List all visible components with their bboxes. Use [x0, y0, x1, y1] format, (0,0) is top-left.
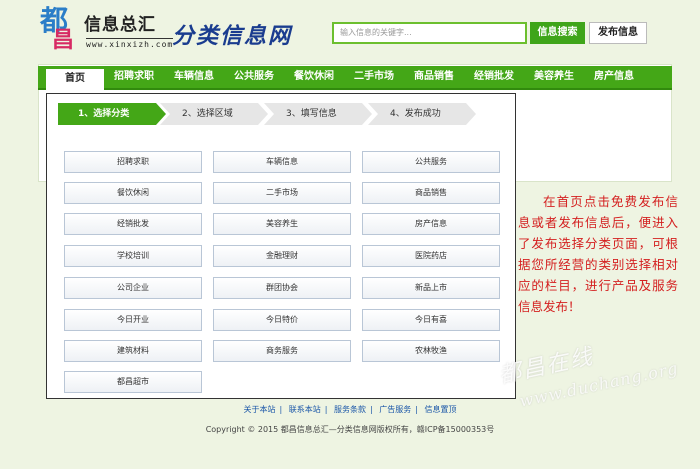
- footer-link-ads[interactable]: 广告服务: [375, 405, 415, 414]
- category-button[interactable]: 都昌超市: [64, 371, 202, 393]
- footer-link-contact[interactable]: 联系本站: [285, 405, 325, 414]
- nav-item-vehicles[interactable]: 车辆信息: [164, 66, 224, 88]
- category-button[interactable]: 招聘求职: [64, 151, 202, 173]
- logo-name: 信息总汇: [84, 15, 156, 35]
- nav-item-beauty[interactable]: 美容养生: [524, 66, 584, 88]
- step-1-active: 1、选择分类: [58, 103, 166, 125]
- nav-item-real-estate[interactable]: 房产信息: [584, 66, 644, 88]
- logo-url: www.xinxizh.com: [86, 38, 174, 49]
- category-button[interactable]: 今日有喜: [362, 309, 500, 331]
- footer-link-pin[interactable]: 信息置顶: [421, 405, 461, 414]
- category-button[interactable]: 今日开业: [64, 309, 202, 331]
- category-button[interactable]: 农林牧渔: [362, 340, 500, 362]
- step-2: 2、选择区域: [160, 103, 268, 125]
- step-indicator: 4、发布成功 3、填写信息 2、选择区域 1、选择分类: [58, 103, 498, 125]
- category-button[interactable]: 公司企业: [64, 277, 202, 299]
- instruction-annotation: 在首页点击免费发布信息或者发布信息后，便进入了发布选择分类页面，可根据您所经营的…: [518, 194, 678, 314]
- nav-item-jobs[interactable]: 招聘求职: [104, 66, 164, 88]
- category-button[interactable]: 学校培训: [64, 245, 202, 267]
- category-button[interactable]: 房产信息: [362, 213, 500, 235]
- step-3: 3、填写信息: [264, 103, 372, 125]
- nav-item-wholesale[interactable]: 经销批发: [464, 66, 524, 88]
- category-button[interactable]: 车辆信息: [213, 151, 351, 173]
- post-info-button[interactable]: 发布信息: [589, 22, 647, 44]
- footer-link-terms[interactable]: 服务条款: [330, 405, 370, 414]
- category-button[interactable]: 公共服务: [362, 151, 500, 173]
- header: 都 昌 信息总汇 www.xinxizh.com 分类信息网 输入信息的关键字.…: [0, 0, 700, 64]
- nav-item-product-sales[interactable]: 商品销售: [404, 66, 464, 88]
- category-button[interactable]: 金融理财: [213, 245, 351, 267]
- category-button[interactable]: 美容养生: [213, 213, 351, 235]
- nav-item-second-hand[interactable]: 二手市场: [344, 66, 404, 88]
- category-button[interactable]: 医院药店: [362, 245, 500, 267]
- site-slogan: 分类信息网: [172, 23, 293, 49]
- nav-item-dining[interactable]: 餐饮休闲: [284, 66, 344, 88]
- category-button[interactable]: 今日特价: [213, 309, 351, 331]
- category-button[interactable]: 商品销售: [362, 182, 500, 204]
- nav-item-home[interactable]: 首页: [46, 69, 104, 90]
- footer-links: 关于本站 | 联系本站 | 服务条款 | 广告服务 | 信息置顶: [0, 404, 700, 415]
- site-logo[interactable]: 都 昌 信息总汇 www.xinxizh.com: [40, 6, 174, 56]
- footer-link-about[interactable]: 关于本站: [240, 405, 280, 414]
- category-button[interactable]: 餐饮休闲: [64, 182, 202, 204]
- footer-copyright: Copyright © 2015 都昌信息总汇—分类信息网版权所有，赣ICP备1…: [205, 425, 495, 434]
- category-button[interactable]: 新品上市: [362, 277, 500, 299]
- nav-item-public-services[interactable]: 公共服务: [224, 66, 284, 88]
- category-button[interactable]: 建筑材料: [64, 340, 202, 362]
- category-button[interactable]: 二手市场: [213, 182, 351, 204]
- main-nav: 首页 招聘求职 车辆信息 公共服务 餐饮休闲 二手市场 商品销售 经销批发 美容…: [38, 66, 672, 90]
- category-button[interactable]: 经销批发: [64, 213, 202, 235]
- category-button[interactable]: 商务服务: [213, 340, 351, 362]
- step-4: 4、发布成功: [368, 103, 476, 125]
- logo-char-chang: 昌: [52, 27, 75, 53]
- search-input[interactable]: 输入信息的关键字...: [332, 22, 527, 44]
- search-button[interactable]: 信息搜索: [530, 22, 585, 44]
- category-button[interactable]: 群团协会: [213, 277, 351, 299]
